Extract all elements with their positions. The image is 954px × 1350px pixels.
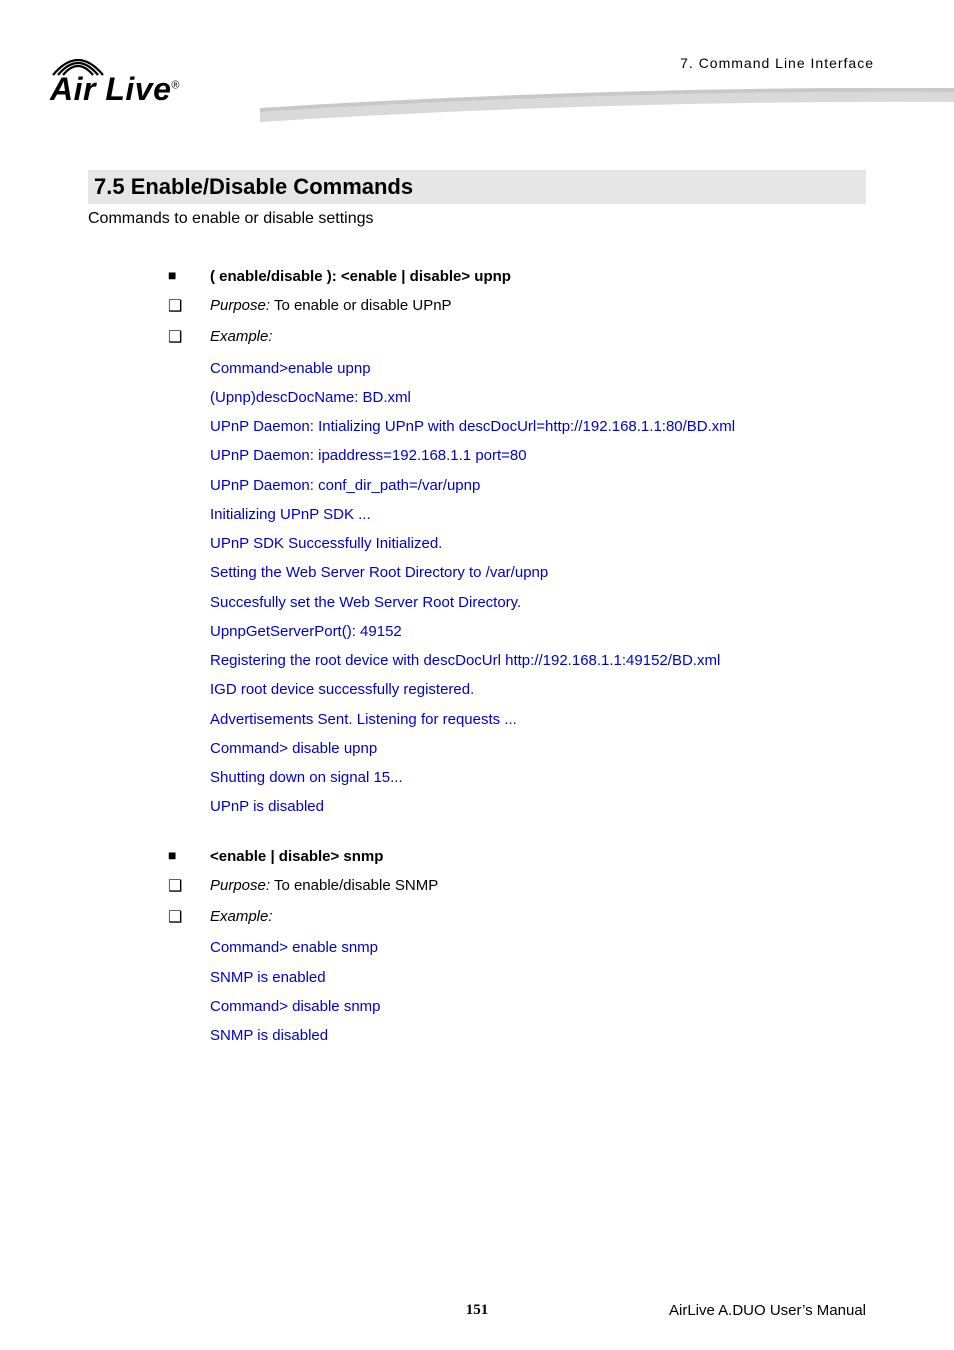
hollow-square-icon: ❑ [168, 902, 210, 933]
code-line: SNMP is disabled [210, 1021, 866, 1050]
code-line: SNMP is enabled [210, 963, 866, 992]
command-heading-row: ■ ( enable/disable ): <enable | disable>… [168, 262, 866, 291]
solid-square-icon: ■ [168, 262, 210, 289]
code-line: Succesfully set the Web Server Root Dire… [210, 588, 866, 617]
code-line: UPnP Daemon: ipaddress=192.168.1.1 port=… [210, 441, 866, 470]
code-line: IGD root device successfully registered. [210, 675, 866, 704]
example-row: ❑ Example: [168, 902, 866, 933]
header-chapter: 7. Command Line Interface [680, 55, 874, 71]
logo: Air Live® [50, 53, 180, 114]
purpose-text: Purpose: To enable or disable UPnP [210, 291, 866, 320]
code-line: Initializing UPnP SDK ... [210, 500, 866, 529]
code-line: UpnpGetServerPort(): 49152 [210, 617, 866, 646]
example-label: Example: [210, 902, 866, 931]
page-number: 151 [466, 1302, 489, 1319]
code-line: Command> disable snmp [210, 992, 866, 1021]
code-line: (Upnp)descDocName: BD.xml [210, 383, 866, 412]
code-line: UPnP is disabled [210, 792, 866, 821]
page-content: 7.5 Enable/Disable Commands Commands to … [0, 130, 954, 1050]
hollow-square-icon: ❑ [168, 291, 210, 322]
page-header: Air Live® 7. Command Line Interface [0, 0, 954, 130]
command-heading: ( enable/disable ): <enable | disable> u… [210, 262, 866, 291]
section-heading: 7.5 Enable/Disable Commands [88, 170, 866, 204]
code-line: Command> enable snmp [210, 933, 866, 962]
example-output: Command> enable snmpSNMP is enabledComma… [210, 933, 866, 1050]
code-line: Registering the root device with descDoc… [210, 646, 866, 675]
purpose-text: Purpose: To enable/disable SNMP [210, 871, 866, 900]
code-line: Shutting down on signal 15... [210, 763, 866, 792]
section-intro: Commands to enable or disable settings [88, 210, 866, 228]
example-label: Example: [210, 322, 866, 351]
command-heading-row: ■ <enable | disable> snmp [168, 842, 866, 871]
code-line: UPnP SDK Successfully Initialized. [210, 529, 866, 558]
code-line: Setting the Web Server Root Directory to… [210, 558, 866, 587]
hollow-square-icon: ❑ [168, 322, 210, 353]
manual-title: AirLive A.DUO User’s Manual [669, 1302, 866, 1319]
code-line: Command>enable upnp [210, 354, 866, 383]
code-line: Command> disable upnp [210, 734, 866, 763]
example-row: ❑ Example: [168, 322, 866, 353]
purpose-row: ❑ Purpose: To enable/disable SNMP [168, 871, 866, 902]
header-swoosh [260, 88, 954, 126]
example-output: Command>enable upnp(Upnp)descDocName: BD… [210, 354, 866, 822]
solid-square-icon: ■ [168, 842, 210, 869]
code-line: UPnP Daemon: Intializing UPnP with descD… [210, 412, 866, 441]
code-line: Advertisements Sent. Listening for reque… [210, 705, 866, 734]
command-list: ■ ( enable/disable ): <enable | disable>… [168, 262, 866, 1050]
logo-text: Air Live® [50, 71, 180, 107]
command-heading: <enable | disable> snmp [210, 842, 866, 871]
hollow-square-icon: ❑ [168, 871, 210, 902]
purpose-row: ❑ Purpose: To enable or disable UPnP [168, 291, 866, 322]
code-line: UPnP Daemon: conf_dir_path=/var/upnp [210, 471, 866, 500]
